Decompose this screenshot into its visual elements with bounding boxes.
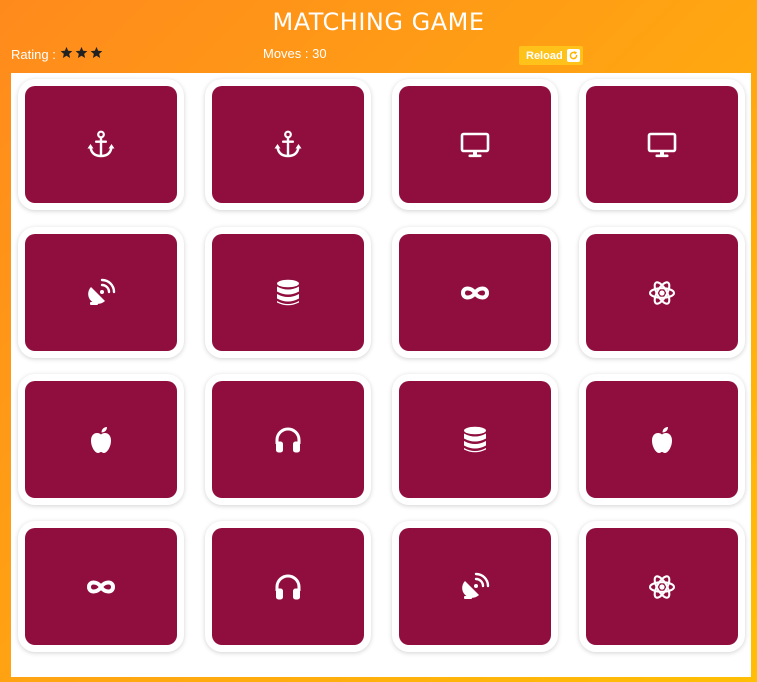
rating: Rating :: [11, 46, 105, 62]
rating-label: Rating :: [11, 46, 56, 62]
card-face: [399, 234, 551, 351]
anchor-icon: [272, 129, 304, 161]
card-face: [399, 381, 551, 498]
card-face: [399, 86, 551, 203]
card[interactable]: [18, 374, 184, 505]
atom-icon: [646, 277, 678, 309]
database-icon: [272, 277, 304, 309]
game-title: MATCHING GAME: [272, 8, 485, 36]
infinity-icon: [85, 571, 117, 603]
card-face: [586, 528, 738, 645]
star-icon: [90, 46, 103, 59]
card[interactable]: [18, 521, 184, 652]
card[interactable]: [18, 79, 184, 210]
score-panel: Rating : Moves : 30: [0, 45, 757, 65]
apple-icon: [85, 424, 117, 456]
apple-icon: [646, 424, 678, 456]
card-face: [586, 381, 738, 498]
card[interactable]: [579, 521, 745, 652]
card-face: [25, 528, 177, 645]
card[interactable]: [579, 374, 745, 505]
satellite-dish-icon: [85, 277, 117, 309]
card-face: [25, 381, 177, 498]
card-face: [25, 234, 177, 351]
card[interactable]: [579, 79, 745, 210]
atom-icon: [646, 571, 678, 603]
card-face: [212, 234, 364, 351]
card[interactable]: [205, 227, 371, 358]
database-icon: [459, 424, 491, 456]
card-face: [25, 86, 177, 203]
card-face: [586, 86, 738, 203]
refresh-icon: [566, 49, 580, 62]
card[interactable]: [579, 227, 745, 358]
game-board: [11, 73, 751, 677]
reload-label: Reload: [526, 49, 563, 62]
reload-button[interactable]: Reload: [519, 46, 583, 65]
anchor-icon: [85, 129, 117, 161]
headphones-icon: [272, 424, 304, 456]
card-face: [212, 528, 364, 645]
card[interactable]: [392, 227, 558, 358]
card[interactable]: [205, 521, 371, 652]
satellite-dish-icon: [459, 571, 491, 603]
card-face: [212, 381, 364, 498]
card-face: [212, 86, 364, 203]
desktop-icon: [646, 129, 678, 161]
moves-counter: Moves : 30: [263, 46, 327, 61]
card[interactable]: [205, 374, 371, 505]
desktop-icon: [459, 129, 491, 161]
card[interactable]: [392, 374, 558, 505]
star-icon: [60, 46, 73, 59]
card-face: [586, 234, 738, 351]
card[interactable]: [18, 227, 184, 358]
star-icon: [75, 46, 88, 59]
infinity-icon: [459, 277, 491, 309]
card-face: [399, 528, 551, 645]
rating-stars: [60, 46, 105, 62]
headphones-icon: [272, 571, 304, 603]
card[interactable]: [392, 79, 558, 210]
card[interactable]: [392, 521, 558, 652]
card[interactable]: [205, 79, 371, 210]
